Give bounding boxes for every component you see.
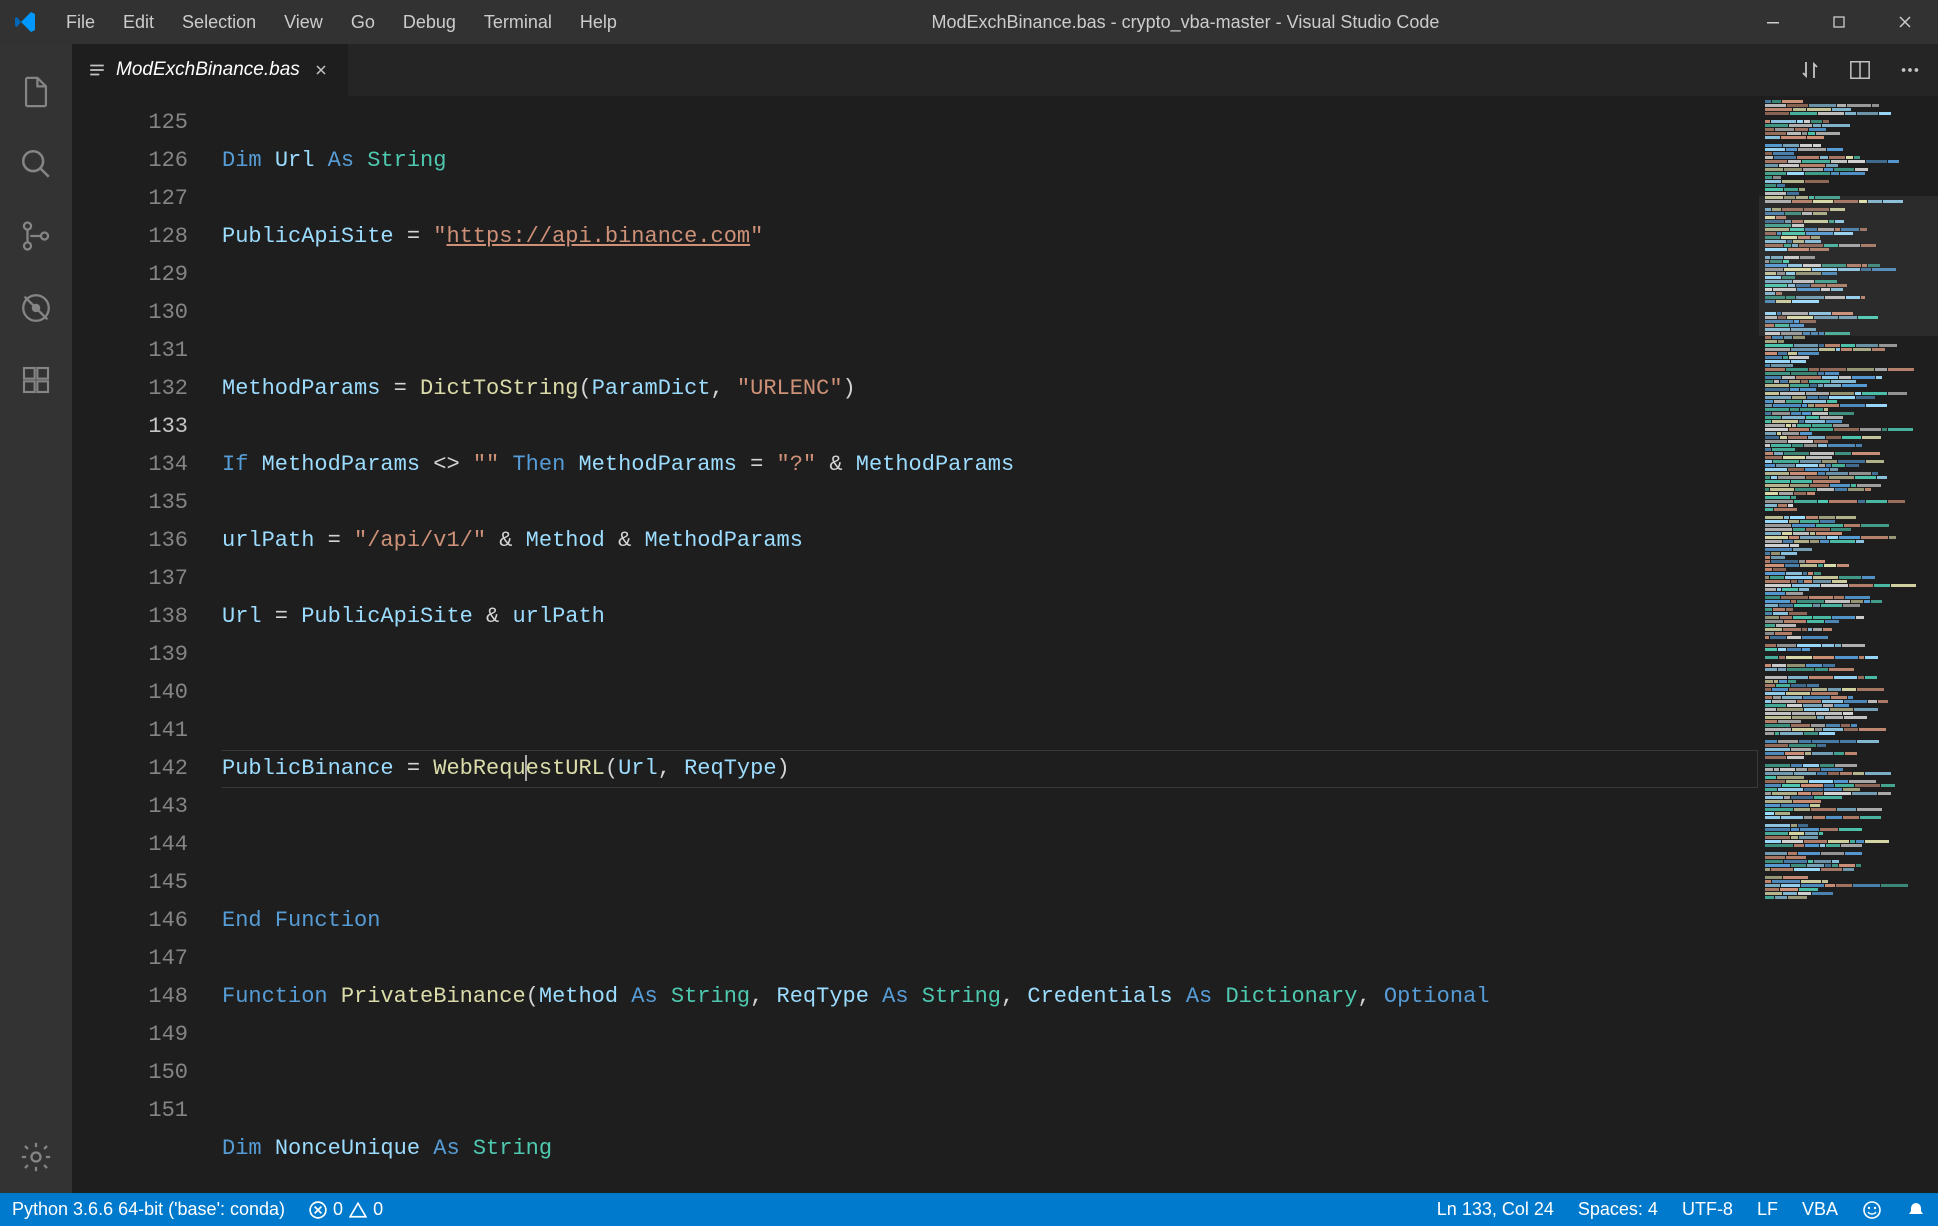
minimap-thumb[interactable] [1759,196,1938,336]
search-icon[interactable] [0,128,72,200]
file-icon [88,61,106,79]
tab-label: ModExchBinance.bas [116,59,300,81]
error-icon [309,1201,327,1219]
menu-view[interactable]: View [270,0,337,44]
split-editor-icon[interactable] [1844,54,1876,86]
status-cursor-position[interactable]: Ln 133, Col 24 [1425,1193,1566,1226]
code-area[interactable]: Dim Url As String PublicApiSite = "https… [222,96,1758,1193]
status-eol[interactable]: LF [1745,1193,1790,1226]
status-python[interactable]: Python 3.6.6 64-bit ('base': conda) [0,1193,297,1226]
more-actions-icon[interactable] [1894,54,1926,86]
extensions-icon[interactable] [0,344,72,416]
tab-close-icon[interactable] [310,59,332,81]
editor-content[interactable]: 125 126 127 128 129 130 131 132 133 134 … [72,96,1938,1193]
minimize-button[interactable] [1740,0,1806,44]
tab-modexchbinance[interactable]: ModExchBinance.bas [72,44,348,96]
menu-selection[interactable]: Selection [168,0,270,44]
text-cursor [525,755,527,781]
editor: ModExchBinance.bas 125 126 [72,44,1938,1193]
status-language[interactable]: VBA [1790,1193,1850,1226]
menu-terminal[interactable]: Terminal [470,0,566,44]
menu-debug[interactable]: Debug [389,0,470,44]
vscode-logo [0,10,52,34]
status-encoding[interactable]: UTF-8 [1670,1193,1745,1226]
window-controls [1740,0,1938,44]
status-feedback-icon[interactable] [1850,1193,1894,1226]
maximize-button[interactable] [1806,0,1872,44]
menu-go[interactable]: Go [337,0,389,44]
tabs-bar: ModExchBinance.bas [72,44,1938,96]
status-notifications-icon[interactable] [1894,1193,1938,1226]
menu-file[interactable]: File [52,0,109,44]
activity-bar [0,44,72,1193]
menu-edit[interactable]: Edit [109,0,168,44]
debug-icon[interactable] [0,272,72,344]
warning-icon [349,1201,367,1219]
settings-gear-icon[interactable] [0,1121,72,1193]
titlebar: File Edit Selection View Go Debug Termin… [0,0,1938,44]
explorer-icon[interactable] [0,56,72,128]
status-problems[interactable]: 0 0 [297,1193,395,1226]
close-button[interactable] [1872,0,1938,44]
source-control-icon[interactable] [0,200,72,272]
minimap[interactable] [1758,96,1938,1193]
menu-help[interactable]: Help [566,0,631,44]
line-gutter: 125 126 127 128 129 130 131 132 133 134 … [72,96,222,1193]
status-indentation[interactable]: Spaces: 4 [1566,1193,1670,1226]
window-title: ModExchBinance.bas - crypto_vba-master -… [631,12,1740,33]
statusbar: Python 3.6.6 64-bit ('base': conda) 0 0 … [0,1193,1938,1226]
menubar: File Edit Selection View Go Debug Termin… [52,0,631,44]
compare-changes-icon[interactable] [1794,54,1826,86]
